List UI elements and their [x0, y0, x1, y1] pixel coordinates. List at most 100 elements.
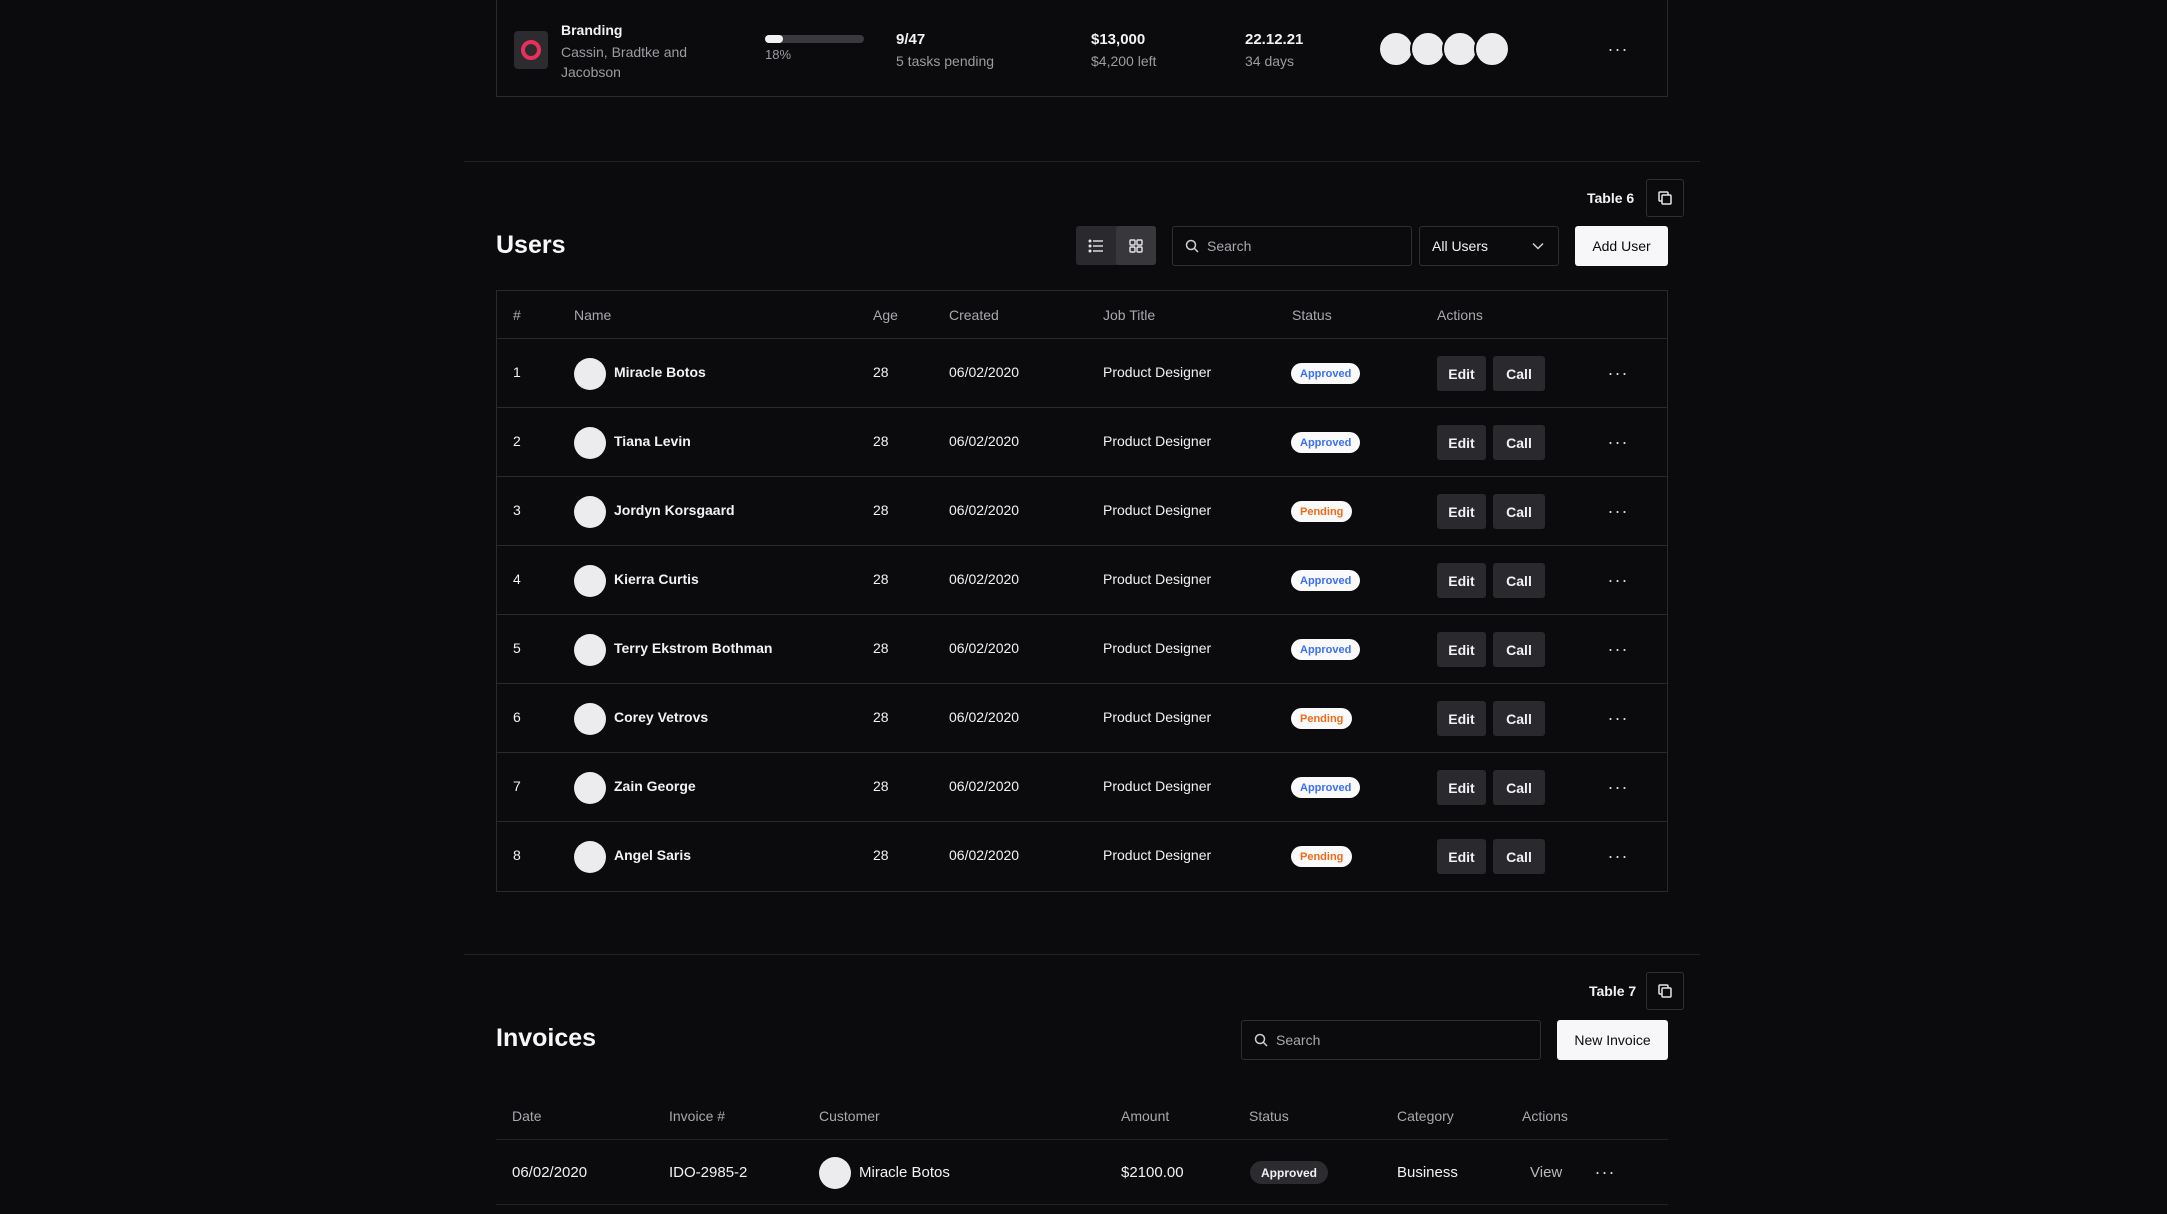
user-created: 06/02/2020 — [949, 847, 1020, 863]
column-header-amount: Amount — [1121, 1108, 1170, 1124]
row-index: 1 — [513, 364, 521, 380]
row-more-button[interactable]: ··· — [1603, 841, 1633, 871]
user-name: Angel Saris — [614, 847, 692, 863]
edit-button[interactable]: Edit — [1437, 770, 1486, 805]
user-age: 28 — [873, 778, 889, 794]
project-progress-fill — [765, 35, 783, 43]
user-name: Corey Vetrovs — [614, 709, 709, 725]
avatar — [574, 358, 606, 390]
user-age: 28 — [873, 640, 889, 656]
table-row: 06/02/2020 IDO-2985-2 Miracle Botos $210… — [496, 1140, 1668, 1205]
edit-button[interactable]: Edit — [1437, 632, 1486, 667]
user-age: 28 — [873, 364, 889, 380]
table-row: 7 Zain George 28 06/02/2020 Product Designer… — [497, 753, 1667, 822]
row-index: 8 — [513, 847, 521, 863]
project-more-button[interactable]: ··· — [1603, 34, 1633, 64]
edit-button[interactable]: Edit — [1437, 425, 1486, 460]
project-progress-bar — [765, 35, 864, 43]
project-name: Branding — [561, 22, 623, 38]
row-index: 5 — [513, 640, 521, 656]
copy-button[interactable] — [1646, 972, 1684, 1010]
search-icon — [1185, 239, 1199, 253]
avatar — [1474, 31, 1510, 67]
page-title: Users — [496, 231, 566, 259]
user-job-title: Product Designer — [1103, 778, 1212, 794]
add-user-button[interactable]: Add User — [1575, 226, 1668, 266]
project-tasks-pending: 5 tasks pending — [896, 53, 995, 69]
row-more-button[interactable]: ··· — [1603, 358, 1633, 388]
call-button[interactable]: Call — [1493, 839, 1545, 874]
row-more-button[interactable]: ··· — [1603, 496, 1633, 526]
project-due-date: 22.12.21 — [1245, 31, 1304, 48]
row-more-button[interactable]: ··· — [1603, 565, 1633, 595]
more-horizontal-icon: ··· — [1607, 639, 1629, 659]
more-horizontal-icon: ··· — [1607, 39, 1629, 59]
edit-button[interactable]: Edit — [1437, 356, 1486, 391]
grid-icon — [1129, 238, 1143, 253]
table-row: 8 Angel Saris 28 06/02/2020 Product Designer… — [497, 822, 1667, 891]
section-divider — [464, 161, 1700, 162]
column-header-age: Age — [873, 307, 898, 323]
users-search-input[interactable] — [1207, 238, 1387, 254]
row-more-button[interactable]: ··· — [1603, 703, 1633, 733]
more-horizontal-icon: ··· — [1594, 1162, 1616, 1182]
project-budget: $13,000 — [1091, 31, 1146, 48]
more-horizontal-icon: ··· — [1607, 363, 1629, 383]
list-view-button[interactable] — [1076, 226, 1116, 265]
user-created: 06/02/2020 — [949, 571, 1020, 587]
row-index: 3 — [513, 502, 521, 518]
users-search-box[interactable] — [1172, 226, 1412, 266]
row-more-button[interactable]: ··· — [1603, 772, 1633, 802]
user-job-title: Product Designer — [1103, 640, 1212, 656]
call-button[interactable]: Call — [1493, 356, 1545, 391]
edit-button[interactable]: Edit — [1437, 701, 1486, 736]
status-badge: Approved — [1291, 570, 1361, 591]
table-row: 4 Kierra Curtis 28 06/02/2020 Product Design… — [497, 546, 1667, 615]
user-age: 28 — [873, 571, 889, 587]
user-created: 06/02/2020 — [949, 640, 1020, 656]
call-button[interactable]: Call — [1493, 494, 1545, 529]
status-badge: Approved — [1250, 1161, 1329, 1184]
user-created: 06/02/2020 — [949, 433, 1020, 449]
invoice-date: 06/02/2020 — [512, 1164, 588, 1181]
row-more-button[interactable]: ··· — [1603, 634, 1633, 664]
new-invoice-button[interactable]: New Invoice — [1557, 1020, 1668, 1060]
project-progress-label: 18% — [765, 47, 792, 62]
call-button[interactable]: Call — [1493, 701, 1545, 736]
status-badge: Pending — [1291, 846, 1353, 867]
call-button[interactable]: Call — [1493, 425, 1545, 460]
more-horizontal-icon: ··· — [1607, 432, 1629, 452]
edit-button[interactable]: Edit — [1437, 494, 1486, 529]
view-invoice-link[interactable]: View — [1530, 1164, 1562, 1181]
invoices-search-box[interactable] — [1241, 1020, 1541, 1060]
call-button[interactable]: Call — [1493, 632, 1545, 667]
call-button[interactable]: Call — [1493, 770, 1545, 805]
column-header-status: Status — [1292, 307, 1332, 323]
avatar — [574, 841, 606, 873]
grid-view-button[interactable] — [1116, 226, 1156, 265]
users-filter-select[interactable]: All Users — [1419, 226, 1559, 266]
user-job-title: Product Designer — [1103, 364, 1212, 380]
user-job-title: Product Designer — [1103, 502, 1212, 518]
project-members[interactable] — [1378, 31, 1510, 67]
row-more-button[interactable]: ··· — [1603, 427, 1633, 457]
table-row: 3 Jordyn Korsgaard 28 06/02/2020 Product Des… — [497, 477, 1667, 546]
call-button[interactable]: Call — [1493, 563, 1545, 598]
copy-button[interactable] — [1646, 179, 1684, 217]
invoice-category: Business — [1397, 1164, 1458, 1181]
column-header-status: Status — [1249, 1108, 1289, 1124]
table-row: 5 Terry Ekstrom Bothman 28 06/02/2020 Produc… — [497, 615, 1667, 684]
invoices-search-input[interactable] — [1276, 1032, 1456, 1048]
edit-button[interactable]: Edit — [1437, 839, 1486, 874]
edit-button[interactable]: Edit — [1437, 563, 1486, 598]
avatar — [819, 1157, 851, 1189]
user-age: 28 — [873, 502, 889, 518]
avatar — [574, 565, 606, 597]
user-created: 06/02/2020 — [949, 502, 1020, 518]
more-horizontal-icon: ··· — [1607, 708, 1629, 728]
invoice-more-button[interactable]: ··· — [1590, 1157, 1620, 1187]
users-table: # Name Age Created Job Title Status Acti… — [496, 290, 1668, 892]
column-header-job-title: Job Title — [1103, 307, 1156, 323]
column-header-name: Name — [574, 307, 612, 323]
avatar — [574, 427, 606, 459]
